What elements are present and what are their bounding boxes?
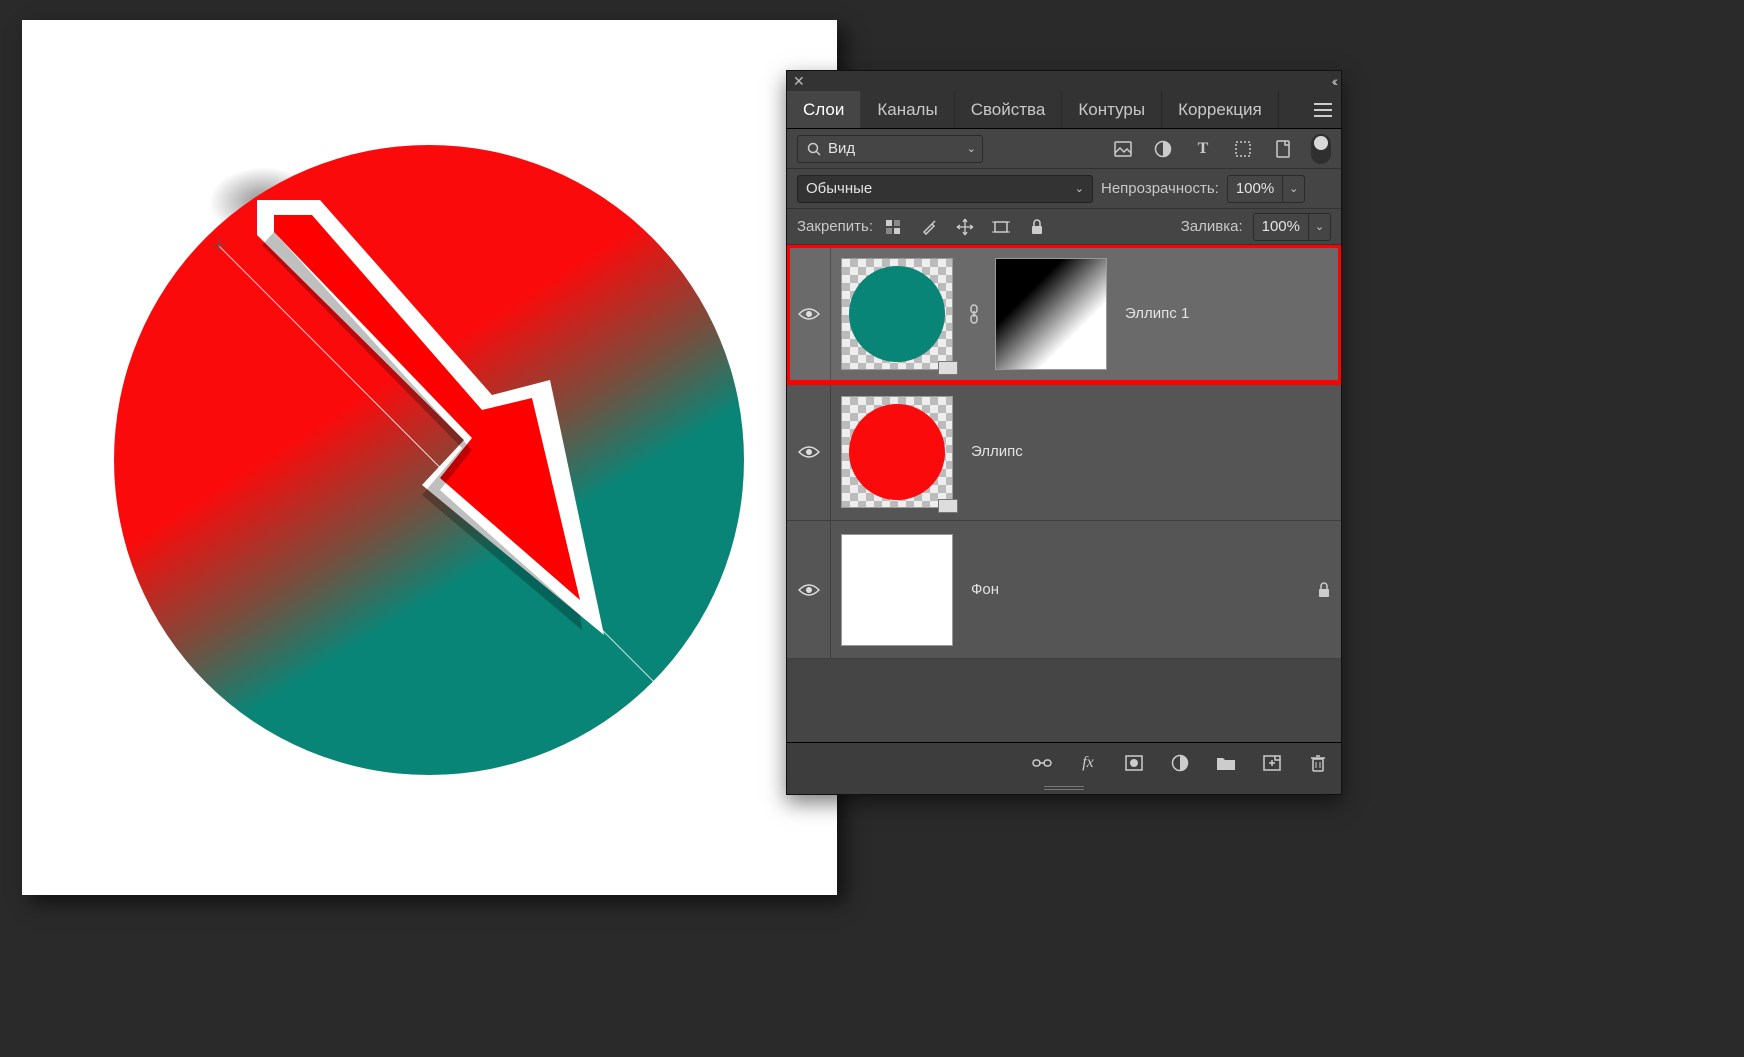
panel-titlebar[interactable]: ✕ ‹‹ [787,71,1341,91]
blend-opacity-row: Обычные ⌄ Непрозрачность: 100% ⌄ [787,169,1341,209]
layer-mask-thumbnail[interactable] [995,258,1107,370]
link-icon[interactable] [1031,752,1053,774]
tab-label: Коррекция [1178,100,1262,120]
tab-properties[interactable]: Свойства [955,91,1063,128]
panel-menu-icon[interactable] [1305,91,1341,128]
fill-label: Заливка: [1181,218,1243,235]
tab-paths[interactable]: Контуры [1062,91,1162,128]
chevron-down-icon[interactable]: ⌄ [1308,214,1330,240]
opacity-label: Непрозрачность: [1101,180,1219,197]
layer-row[interactable]: Эллипс [787,383,1341,521]
layer-name[interactable]: Эллипс [963,443,1331,460]
smartobject-filter-icon[interactable] [1273,139,1293,159]
lock-pixels-icon[interactable] [883,217,903,237]
lock-fill-row: Закрепить: Заливка: 100% ⌄ [787,209,1341,245]
panel-resize-handle[interactable] [787,782,1341,794]
shape-filter-icon[interactable] [1233,139,1253,159]
visibility-toggle[interactable] [787,245,831,382]
tab-layers[interactable]: Слои [787,91,861,128]
panel-tabs: Слои Каналы Свойства Контуры Коррекция [787,91,1341,129]
document-canvas[interactable] [22,20,837,895]
filter-toggle[interactable] [1311,134,1331,164]
tab-label: Слои [803,100,844,120]
visibility-toggle[interactable] [787,521,831,658]
chevron-down-icon: ⌄ [1075,182,1084,195]
layer-row[interactable]: Фон [787,521,1341,659]
filter-kind-dropdown[interactable]: Вид ⌄ [797,135,983,163]
eye-icon [798,445,820,459]
shape-badge-icon [938,499,958,513]
group-icon[interactable] [1215,752,1237,774]
trash-icon[interactable] [1307,752,1329,774]
chevron-down-icon[interactable]: ⌄ [1282,176,1304,202]
type-filter-icon[interactable]: T [1193,139,1213,159]
canvas-art [22,20,837,895]
eye-icon [798,583,820,597]
panel-footer: fx [787,742,1341,782]
layer-filter-bar: Вид ⌄ T [787,129,1341,169]
link-mask-icon[interactable] [963,304,985,324]
layer-name[interactable]: Фон [963,581,1307,598]
layers-panel: ✕ ‹‹ Слои Каналы Свойства Контуры Коррек… [786,70,1342,795]
layer-thumbnail[interactable] [841,534,953,646]
lock-all-icon[interactable] [1027,217,1047,237]
opacity-value: 100% [1228,180,1282,197]
filter-kind-label: Вид [828,140,855,157]
shape-badge-icon [938,361,958,375]
adjustment-icon[interactable] [1169,752,1191,774]
lock-artboard-icon[interactable] [991,217,1011,237]
opacity-field[interactable]: 100% ⌄ [1227,175,1305,203]
lock-icon[interactable] [1317,582,1331,598]
lock-position-icon[interactable] [955,217,975,237]
layers-list: Эллипс 1 Эллипс Фон [787,245,1341,742]
blend-mode-dropdown[interactable]: Обычные ⌄ [797,175,1093,203]
new-layer-icon[interactable] [1261,752,1283,774]
fx-icon[interactable]: fx [1077,752,1099,774]
mask-icon[interactable] [1123,752,1145,774]
fill-value: 100% [1254,218,1308,235]
eye-icon [798,307,820,321]
collapse-icon[interactable]: ‹‹ [1332,73,1335,89]
tab-channels[interactable]: Каналы [861,91,954,128]
image-filter-icon[interactable] [1113,139,1133,159]
chevron-down-icon: ⌄ [967,142,976,155]
fill-field[interactable]: 100% ⌄ [1253,213,1331,241]
lock-brush-icon[interactable] [919,217,939,237]
tab-label: Контуры [1078,100,1145,120]
layer-row[interactable]: Эллипс 1 [787,245,1341,383]
magnifier-icon [804,139,824,159]
adjustment-filter-icon[interactable] [1153,139,1173,159]
tab-label: Каналы [877,100,937,120]
visibility-toggle[interactable] [787,383,831,520]
tab-adjustments[interactable]: Коррекция [1162,91,1279,128]
blend-mode-value: Обычные [806,180,872,197]
close-icon[interactable]: ✕ [793,73,805,90]
layer-thumbnail[interactable] [841,258,953,370]
lock-label: Закрепить: [797,218,873,235]
layer-thumbnail[interactable] [841,396,953,508]
layer-name[interactable]: Эллипс 1 [1117,305,1331,322]
tab-label: Свойства [971,100,1046,120]
